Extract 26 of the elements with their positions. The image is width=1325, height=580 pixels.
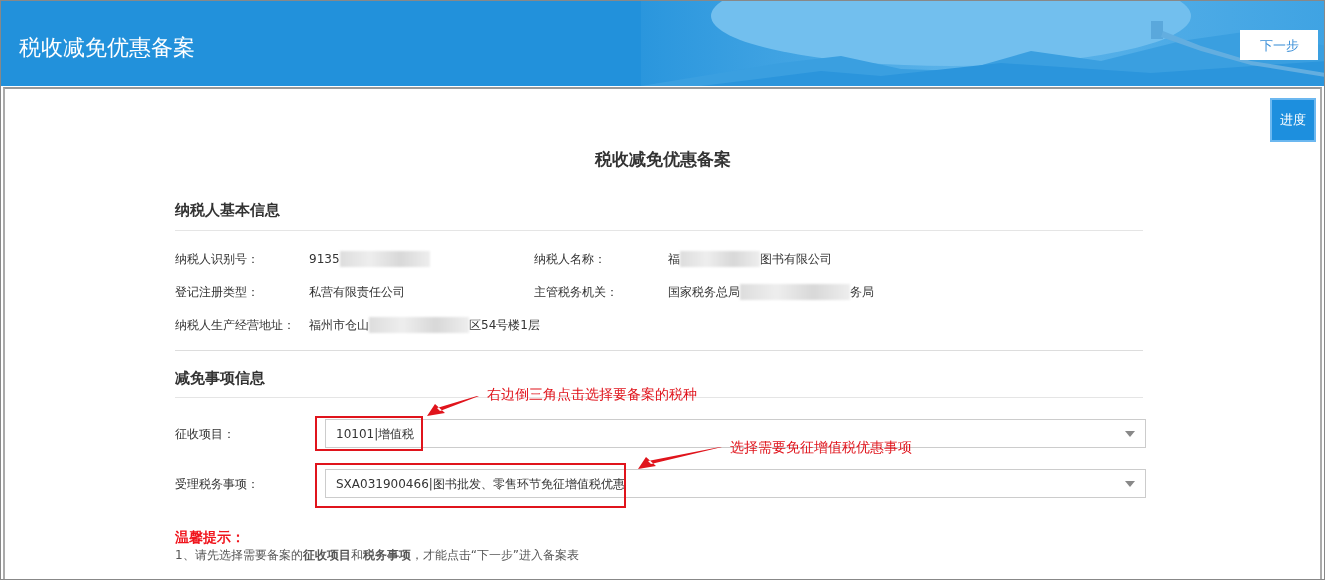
field-label: 纳税人识别号： [175, 251, 260, 269]
tips-heading: 温馨提示： [175, 528, 246, 547]
field-label: 主管税务机关： [534, 284, 619, 302]
field-value: 区54号楼1层 [469, 317, 540, 335]
section-heading: 纳税人基本信息 [175, 169, 1143, 231]
caret-icon [1125, 480, 1135, 487]
arrow [427, 396, 480, 417]
annotation-text: 右边倒三角点击选择要备案的税种 [487, 385, 698, 405]
header-title: 税收减免优惠备案 [18, 34, 195, 62]
field-value: 福州市仓山 [309, 317, 369, 335]
next-step-button[interactable]: 下一步 [1240, 30, 1318, 60]
field-value: 国家税务总局 [668, 284, 740, 302]
tip-text: 1、请先选择需要备案的征收项目和税务事项，才能点击“下一步”进入备案表 [175, 547, 581, 564]
field-label: 征收项目： [175, 425, 236, 443]
field-value: 福 [668, 251, 680, 269]
field-label: 登记注册类型： [175, 284, 260, 302]
field-label: 受理税务事项： [175, 475, 260, 493]
field-label: 纳税人名称： [534, 251, 607, 269]
field-value: 务局 [850, 284, 874, 302]
field-value: 9135 [309, 251, 340, 269]
page-title: 税收减免优惠备案 [594, 149, 731, 170]
field-value: 私营有限责任公司 [309, 284, 405, 302]
dropdown[interactable]: SXA031900466|图书批发、零售环节免征增值税优惠 [325, 469, 1146, 499]
field-value: 图书有限公司 [760, 251, 832, 269]
field-label: 纳税人生产经营地址： [175, 317, 296, 335]
caret-icon [1125, 430, 1135, 437]
